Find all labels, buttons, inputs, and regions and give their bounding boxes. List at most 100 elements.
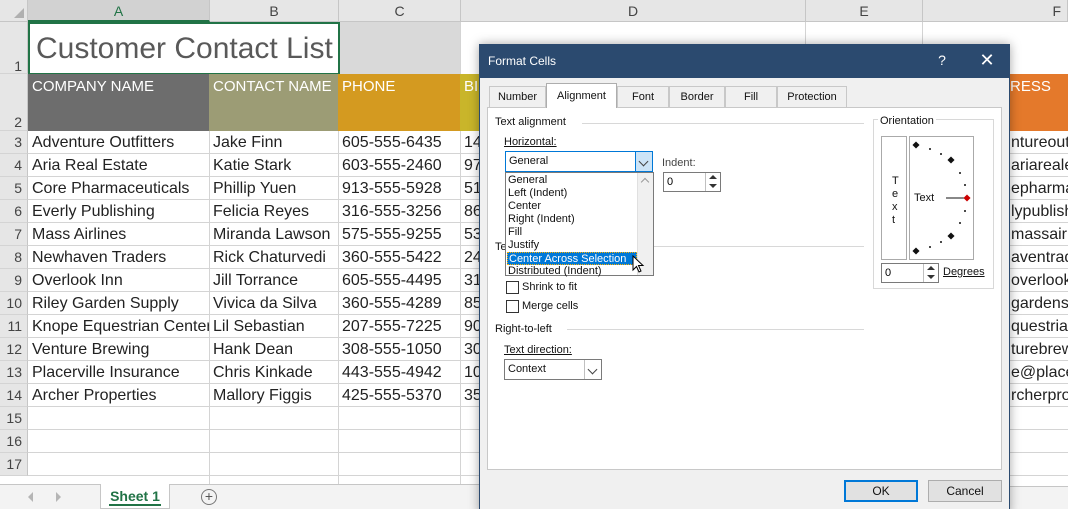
tab-alignment[interactable]: Alignment <box>546 83 617 108</box>
vertical-text-button[interactable]: T e x t <box>881 136 907 260</box>
column-header-d[interactable]: D <box>461 0 806 22</box>
indent-stepper[interactable]: 0 <box>663 172 721 192</box>
column-d-cell[interactable]: 30 <box>460 338 479 361</box>
column-f-cell[interactable]: questrian <box>1010 315 1068 338</box>
chevron-down-icon[interactable] <box>635 152 652 171</box>
contact-cell[interactable]: Katie Stark <box>209 154 338 177</box>
contact-cell[interactable]: Felicia Reyes <box>209 200 338 223</box>
column-header-b[interactable]: B <box>210 0 339 22</box>
horizontal-select[interactable]: General <box>505 151 653 172</box>
phone-cell[interactable]: 308-555-1050 <box>338 338 460 361</box>
column-d-cell[interactable]: 10 <box>460 361 479 384</box>
option-left-indent[interactable]: Left (Indent) <box>507 187 637 200</box>
column-header-f[interactable]: F <box>923 0 1068 22</box>
phone-cell[interactable]: 425-555-5370 <box>338 384 460 407</box>
sheet-tab-1[interactable]: Sheet 1 <box>100 484 170 509</box>
row-header-14[interactable]: 14 <box>0 384 28 407</box>
row-header-7[interactable]: 7 <box>0 223 28 246</box>
header-column-f[interactable]: RESS <box>1008 74 1068 131</box>
option-fill[interactable]: Fill <box>507 226 637 239</box>
row-header-10[interactable]: 10 <box>0 292 28 315</box>
contact-cell[interactable]: Hank Dean <box>209 338 338 361</box>
column-d-cell[interactable]: 24 <box>460 246 479 269</box>
tab-number[interactable]: Number <box>489 86 546 107</box>
column-d-cell[interactable]: 35 <box>460 384 479 407</box>
phone-cell[interactable]: 360-555-4289 <box>338 292 460 315</box>
contact-cell[interactable]: Jill Torrance <box>209 269 338 292</box>
contact-cell[interactable]: Chris Kinkade <box>209 361 338 384</box>
company-cell[interactable]: Newhaven Traders <box>28 246 209 269</box>
column-f-cell[interactable]: overlooki <box>1010 269 1068 292</box>
row-header-11[interactable]: 11 <box>0 315 28 338</box>
degrees-stepper[interactable]: 0 <box>881 263 939 283</box>
column-f-cell[interactable]: lypublish <box>1010 200 1068 223</box>
row-header-3[interactable]: 3 <box>0 131 28 154</box>
column-f-cell[interactable]: aventrad <box>1010 246 1068 269</box>
contact-cell[interactable]: Lil Sebastian <box>209 315 338 338</box>
orientation-dial[interactable]: Text <box>909 136 974 260</box>
help-icon[interactable]: ? <box>935 52 949 68</box>
shrink-to-fit-checkbox[interactable] <box>506 281 519 294</box>
column-d-cell[interactable]: 97 <box>460 154 479 177</box>
column-d-cell[interactable]: 86 <box>460 200 479 223</box>
phone-cell[interactable]: 575-555-9255 <box>338 223 460 246</box>
contact-cell[interactable]: Miranda Lawson <box>209 223 338 246</box>
phone-cell[interactable]: 913-555-5928 <box>338 177 460 200</box>
tab-border[interactable]: Border <box>669 86 725 107</box>
column-f-cell[interactable]: ariareale <box>1010 154 1068 177</box>
company-cell[interactable]: Overlook Inn <box>28 269 209 292</box>
row-header-16[interactable]: 16 <box>0 430 28 453</box>
spinner-icon[interactable] <box>923 264 938 282</box>
company-cell[interactable]: Placerville Insurance <box>28 361 209 384</box>
column-header-c[interactable]: C <box>339 0 461 22</box>
contact-cell[interactable]: Vivica da Silva <box>209 292 338 315</box>
column-f-cell[interactable]: gardensu <box>1010 292 1068 315</box>
tab-protection[interactable]: Protection <box>777 86 847 107</box>
row-header-17[interactable]: 17 <box>0 453 28 476</box>
column-d-cell[interactable]: 90 <box>460 315 479 338</box>
row-header-4[interactable]: 4 <box>0 154 28 177</box>
column-f-cell[interactable]: massairli <box>1010 223 1068 246</box>
column-d-cell[interactable]: 51 <box>460 177 479 200</box>
phone-cell[interactable]: 316-555-3256 <box>338 200 460 223</box>
contact-cell[interactable]: Jake Finn <box>209 131 338 154</box>
phone-cell[interactable]: 360-555-5422 <box>338 246 460 269</box>
plus-circle-icon[interactable]: + <box>201 489 217 505</box>
phone-cell[interactable]: 605-555-6435 <box>338 131 460 154</box>
company-cell[interactable]: Mass Airlines <box>28 223 209 246</box>
column-header-a[interactable]: A <box>28 0 210 22</box>
column-d-cell[interactable]: 31 <box>460 269 479 292</box>
column-d-cell[interactable]: 14 <box>460 131 479 154</box>
option-right-indent[interactable]: Right (Indent) <box>507 213 637 226</box>
prev-sheet-icon[interactable] <box>28 492 33 502</box>
column-f-cell[interactable]: epharma <box>1010 177 1068 200</box>
company-cell[interactable]: Aria Real Estate <box>28 154 209 177</box>
tab-font[interactable]: Font <box>617 86 669 107</box>
horizontal-scroll-area[interactable] <box>1010 486 1068 509</box>
row-header-8[interactable]: 8 <box>0 246 28 269</box>
tab-fill[interactable]: Fill <box>725 86 777 107</box>
contact-cell[interactable]: Rick Chaturvedi <box>209 246 338 269</box>
chevron-up-icon[interactable] <box>640 177 650 187</box>
column-f-cell[interactable]: rcherpro <box>1010 384 1068 407</box>
company-cell[interactable]: Core Pharmaceuticals <box>28 177 209 200</box>
header-contact-name[interactable]: CONTACT NAME <box>209 74 338 131</box>
header-company-name[interactable]: COMPANY NAME <box>28 74 209 131</box>
row-header-6[interactable]: 6 <box>0 200 28 223</box>
dialog-titlebar[interactable]: Format Cells ? ✕ <box>480 45 1009 78</box>
contact-cell[interactable]: Mallory Figgis <box>209 384 338 407</box>
cancel-button[interactable]: Cancel <box>928 480 1002 502</box>
option-justify[interactable]: Justify <box>507 239 637 252</box>
ok-button[interactable]: OK <box>844 480 918 502</box>
merge-cells-checkbox[interactable] <box>506 300 519 313</box>
chevron-down-icon[interactable] <box>584 360 601 379</box>
option-distributed-indent[interactable]: Distributed (Indent) <box>507 265 637 278</box>
option-general[interactable]: General <box>507 174 637 187</box>
column-d-cell[interactable]: 53 <box>460 223 479 246</box>
header-phone[interactable]: PHONE <box>338 74 460 131</box>
text-direction-select[interactable]: Context <box>504 359 602 380</box>
title-cell[interactable]: Customer Contact List <box>28 22 340 75</box>
row-header-1[interactable]: 1 <box>0 22 28 74</box>
company-cell[interactable]: Knope Equestrian Center <box>28 315 209 338</box>
row-header-5[interactable]: 5 <box>0 177 28 200</box>
